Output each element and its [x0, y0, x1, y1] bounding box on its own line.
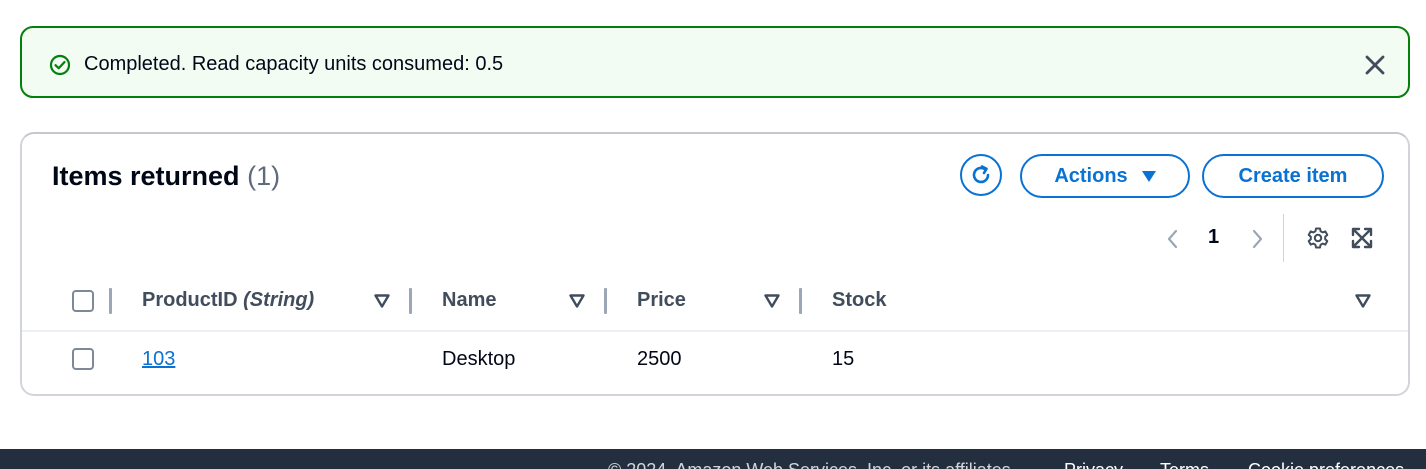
footer-terms-link[interactable]: Terms [1160, 460, 1209, 469]
gear-icon[interactable] [1306, 226, 1330, 250]
actions-button[interactable]: Actions [1020, 154, 1190, 198]
sort-icon[interactable] [764, 294, 780, 308]
product-id-link[interactable]: 103 [142, 348, 175, 371]
column-header-label: Name [442, 289, 497, 311]
column-header-productid[interactable]: ProductID (String) [142, 289, 314, 312]
sort-icon[interactable] [569, 294, 585, 308]
items-returned-card: Items returned (1) Actions Create item 1… [20, 132, 1410, 396]
item-count: (1) [247, 161, 281, 191]
column-header-label: ProductID [142, 289, 238, 311]
column-divider [604, 288, 607, 314]
column-header-name[interactable]: Name [442, 289, 496, 312]
actions-button-label: Actions [1054, 164, 1128, 187]
column-divider [109, 288, 112, 314]
refresh-button[interactable] [960, 154, 1002, 196]
sort-icon[interactable] [374, 294, 390, 308]
flash-message: Completed. Read capacity units consumed:… [84, 53, 504, 75]
footer-cookie-preferences-link[interactable]: Cookie preferences [1248, 460, 1404, 469]
create-item-button[interactable]: Create item [1202, 154, 1384, 198]
caret-down-icon [1141, 170, 1156, 182]
column-header-stock[interactable]: Stock [832, 289, 886, 312]
next-page-icon[interactable] [1247, 227, 1267, 251]
cell-price: 2500 [637, 348, 682, 370]
header-divider [22, 330, 1408, 332]
create-item-button-label: Create item [1238, 164, 1348, 187]
column-header-label: Stock [832, 289, 887, 311]
column-header-price[interactable]: Price [637, 289, 686, 312]
column-divider [409, 288, 412, 314]
footer-copyright: © 2024, Amazon Web Services, Inc. or its… [608, 460, 1016, 469]
fullscreen-icon[interactable] [1350, 226, 1374, 250]
check-circle-icon [49, 54, 71, 76]
card-title: Items returned (1) [52, 161, 280, 192]
column-divider [799, 288, 802, 314]
previous-page-icon[interactable] [1163, 227, 1183, 251]
success-flash-banner: Completed. Read capacity units consumed:… [20, 26, 1410, 98]
sort-icon[interactable] [1355, 294, 1371, 308]
card-title-text: Items returned [52, 161, 240, 191]
select-all-checkbox[interactable] [72, 290, 94, 312]
cell-name: Desktop [442, 348, 516, 370]
pagination-divider [1283, 214, 1284, 262]
refresh-icon [972, 165, 990, 184]
page-number[interactable]: 1 [1208, 226, 1219, 249]
cell-stock: 15 [832, 348, 855, 370]
close-icon[interactable] [1363, 53, 1387, 77]
footer-privacy-link[interactable]: Privacy [1064, 460, 1123, 469]
column-type-label: (String) [243, 289, 315, 311]
row-checkbox[interactable] [72, 348, 94, 370]
page-footer: © 2024, Amazon Web Services, Inc. or its… [0, 449, 1426, 469]
column-header-label: Price [637, 289, 686, 311]
